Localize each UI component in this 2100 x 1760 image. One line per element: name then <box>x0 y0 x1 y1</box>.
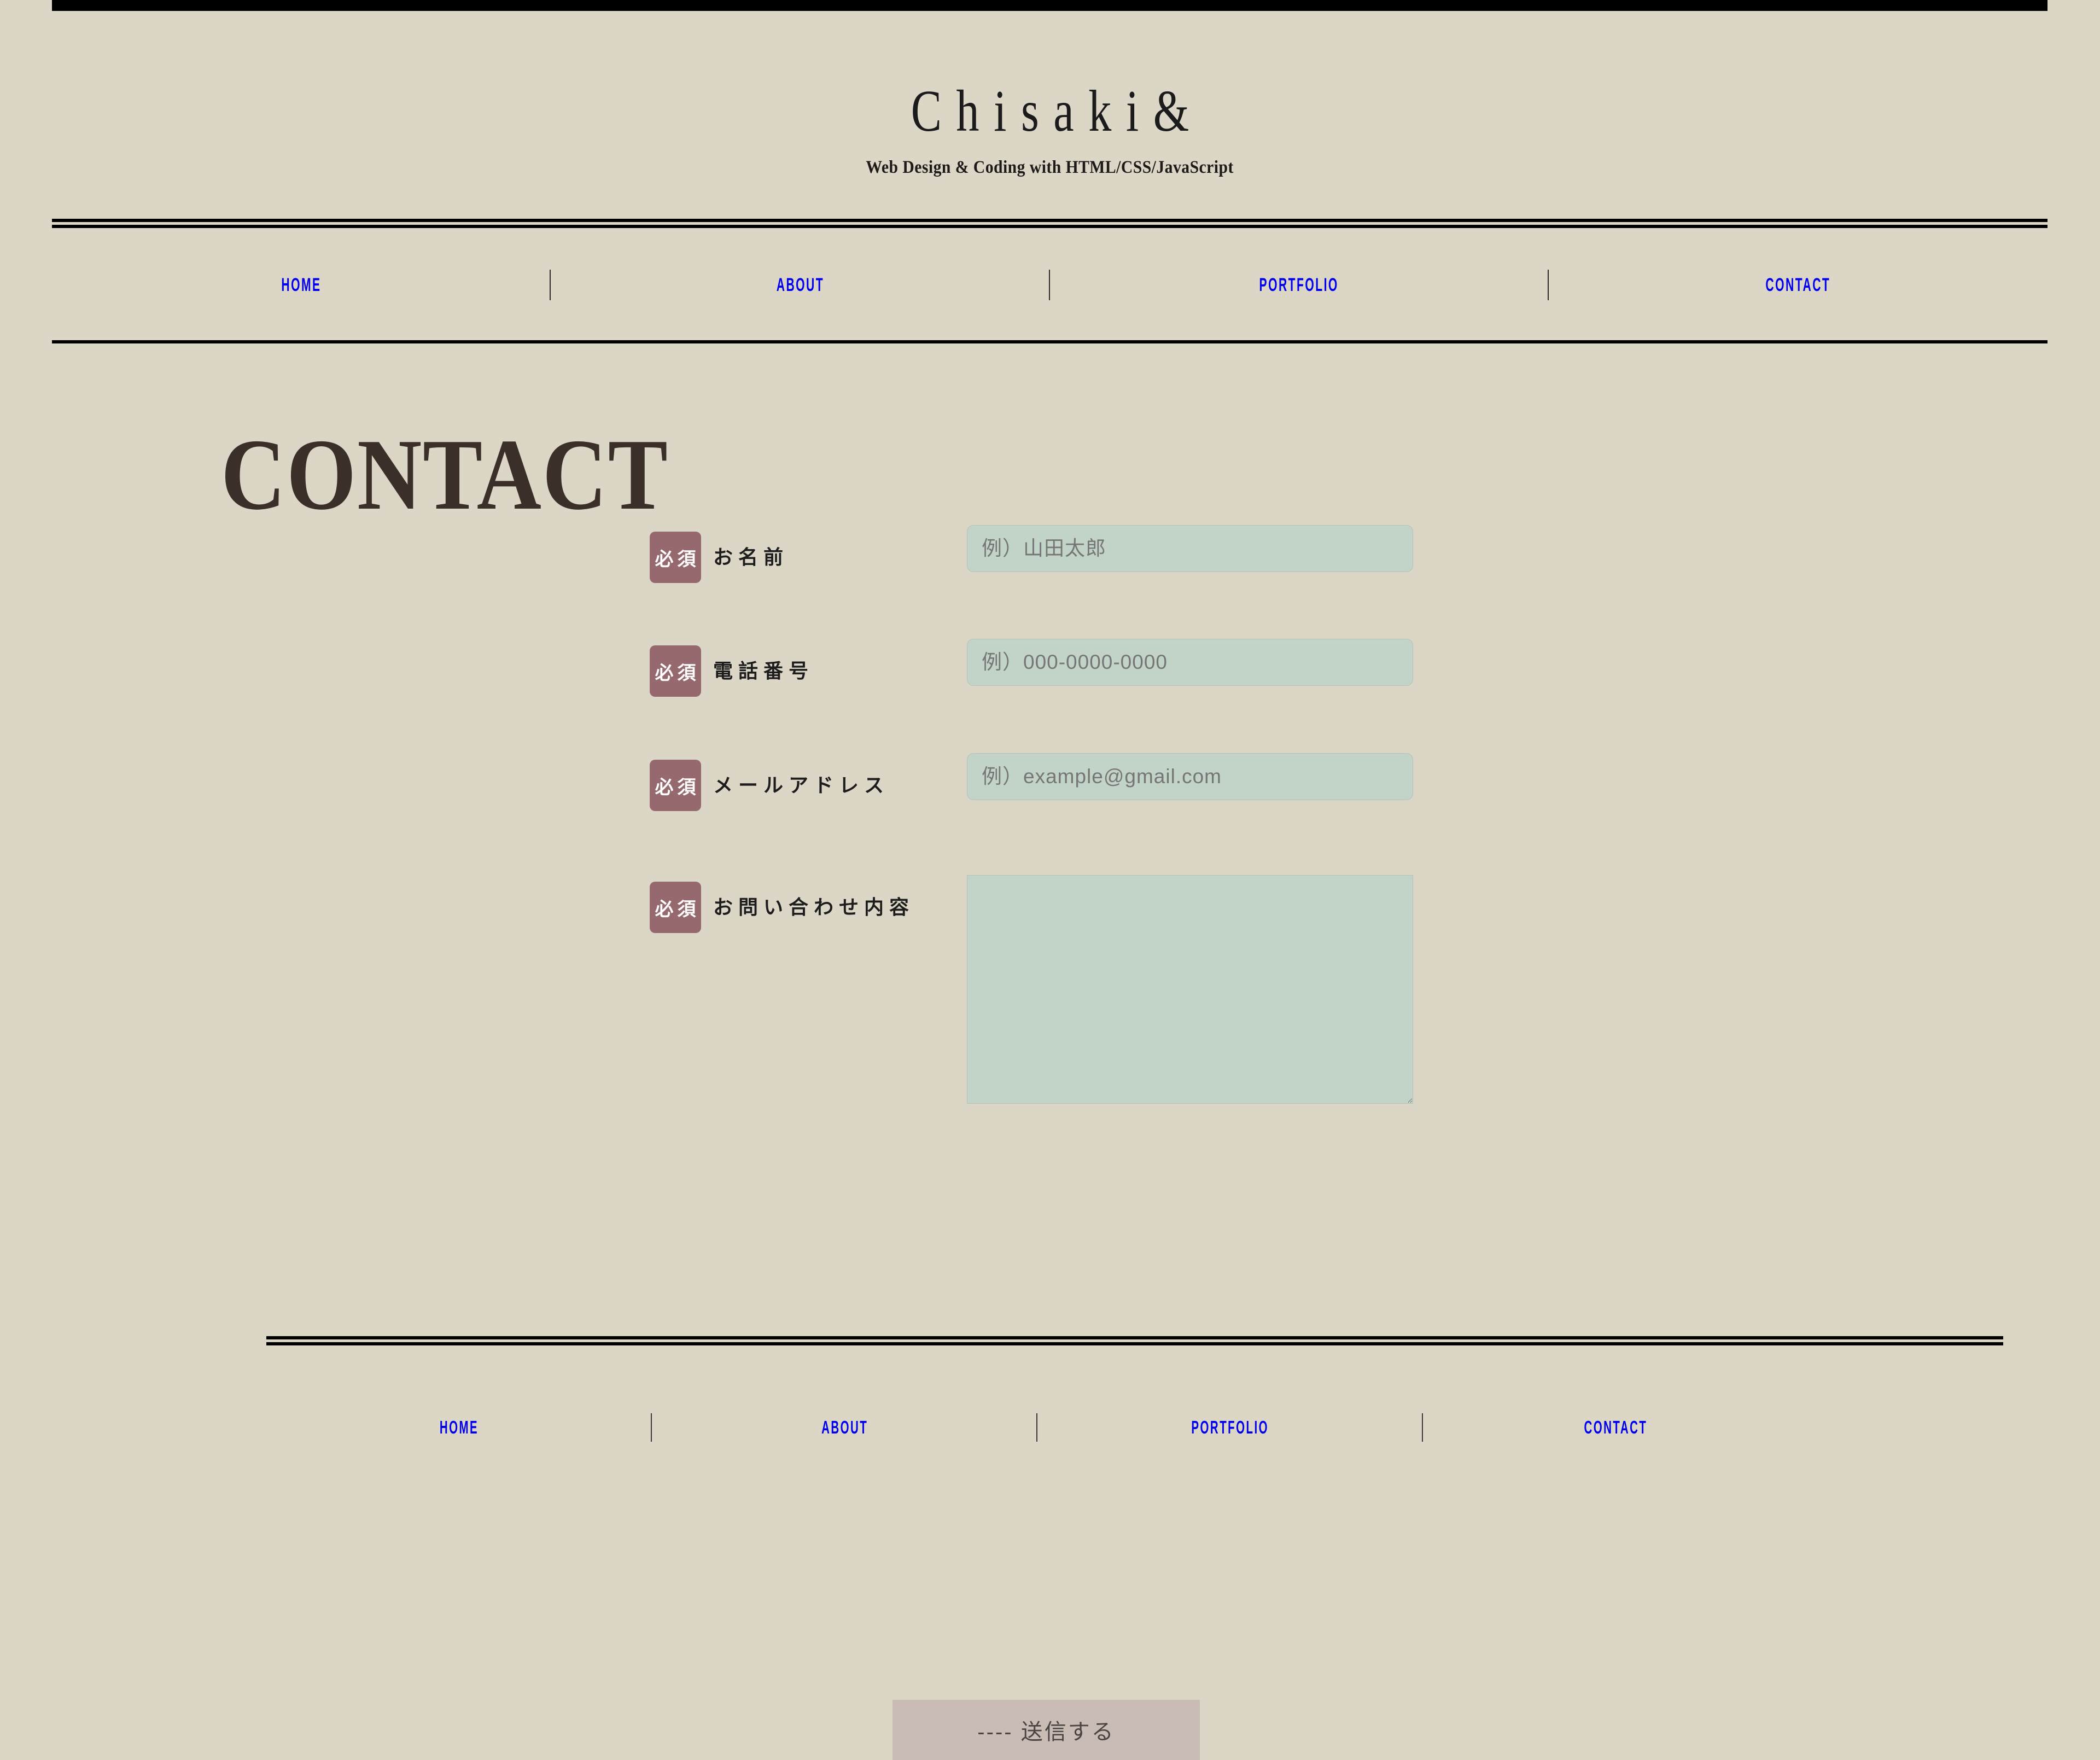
top-accent-bar <box>52 0 2048 11</box>
footer-nav-link-home[interactable]: HOME <box>440 1417 479 1438</box>
nav-link-about[interactable]: ABOUT <box>777 275 824 296</box>
footer-nav-link-portfolio[interactable]: PORTFOLIO <box>1192 1417 1269 1438</box>
name-input[interactable] <box>967 525 1413 572</box>
nav-link-contact[interactable]: CONTACT <box>1765 275 1830 296</box>
email-input[interactable] <box>967 753 1413 800</box>
form-row-name: 必須 お名前 <box>650 525 1853 583</box>
nav-item-contact[interactable]: CONTACT <box>1549 275 2048 296</box>
logo-block: Chisaki& Web Design & Coding with HTML/C… <box>0 11 2100 178</box>
submit-button[interactable]: ---- 送信する <box>892 1700 1200 1760</box>
form-label-cell: 必須 電話番号 <box>650 639 967 697</box>
form-row-tel: 必須 電話番号 <box>650 639 1853 697</box>
form-label-cell: 必須 お名前 <box>650 525 967 583</box>
form-input-cell <box>967 875 1413 1104</box>
form-input-cell <box>967 525 1413 572</box>
nav-divider <box>52 340 2048 343</box>
message-textarea[interactable] <box>967 875 1413 1104</box>
tel-input[interactable] <box>967 639 1413 686</box>
footer-nav-item-about[interactable]: ABOUT <box>652 1413 1037 1442</box>
form-input-cell <box>967 753 1413 800</box>
submit-wrap: ---- 送信する <box>892 1700 1200 1760</box>
footer-nav-link-about[interactable]: ABOUT <box>821 1417 868 1438</box>
required-badge: 必須 <box>650 760 701 811</box>
site-header: Chisaki& Web Design & Coding with HTML/C… <box>0 11 2100 178</box>
required-badge: 必須 <box>650 532 701 583</box>
required-badge: 必須 <box>650 645 701 697</box>
footer-nav-item-home[interactable]: HOME <box>266 1413 652 1442</box>
page-title: CONTACT <box>221 418 669 531</box>
required-badge: 必須 <box>650 882 701 933</box>
nav-item-about[interactable]: ABOUT <box>551 270 1050 300</box>
form-label-cell: 必須 お問い合わせ内容 <box>650 875 967 933</box>
main-nav: HOME ABOUT PORTFOLIO CONTACT <box>52 230 2048 340</box>
field-label-tel: 電話番号 <box>713 660 814 682</box>
form-label-cell: 必須 メールアドレス <box>650 753 967 811</box>
form-input-cell <box>967 639 1413 686</box>
nav-item-portfolio[interactable]: PORTFOLIO <box>1050 270 1549 300</box>
field-label-message: お問い合わせ内容 <box>713 896 915 918</box>
field-label-name: お名前 <box>713 546 789 568</box>
form-row-email: 必須 メールアドレス <box>650 753 1853 811</box>
nav-item-home[interactable]: HOME <box>52 270 551 300</box>
form-row-message: 必須 お問い合わせ内容 <box>650 875 1853 1104</box>
field-label-email: メールアドレス <box>713 774 890 796</box>
site-logo: Chisaki& <box>911 79 1204 144</box>
header-divider-double <box>52 219 2048 228</box>
footer-nav-item-portfolio[interactable]: PORTFOLIO <box>1037 1413 1423 1442</box>
nav-link-portfolio[interactable]: PORTFOLIO <box>1259 275 1339 296</box>
nav-link-home[interactable]: HOME <box>282 275 322 296</box>
footer-nav-link-contact[interactable]: CONTACT <box>1584 1417 1648 1438</box>
footer-divider-double <box>266 1336 2003 1345</box>
footer-nav-item-contact[interactable]: CONTACT <box>1423 1417 1809 1438</box>
footer-nav: HOME ABOUT PORTFOLIO CONTACT <box>266 1373 1809 1482</box>
site-tagline: Web Design & Coding with HTML/CSS/JavaSc… <box>866 158 1234 177</box>
